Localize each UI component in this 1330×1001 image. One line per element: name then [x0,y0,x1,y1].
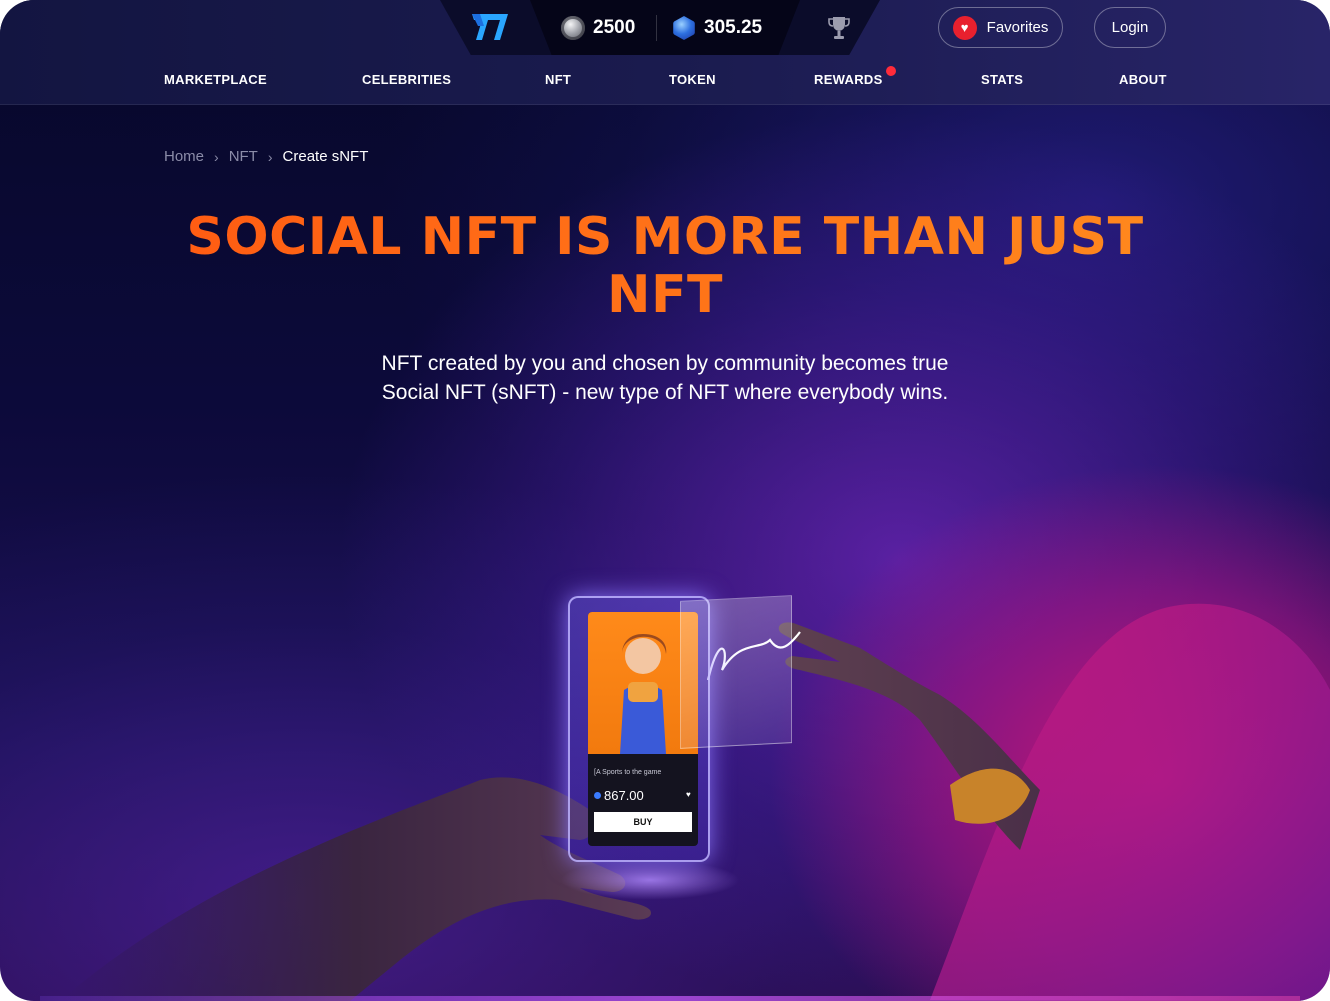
nft-card-caption: [A Sports to the game [594,769,662,776]
favorites-label: Favorites [986,19,1049,36]
left-hand-shape [60,777,651,1001]
nav-token[interactable]: TOKEN [669,72,716,87]
chevron-right-icon: › [214,148,219,165]
breadcrumb: Home › NFT › Create sNFT [164,148,368,165]
breadcrumb-nft[interactable]: NFT [229,148,258,165]
trophy-icon[interactable] [828,15,850,41]
buy-button: BUY [594,812,692,832]
balance-divider [656,15,657,41]
chevron-right-icon: › [267,148,273,165]
nav-nft[interactable]: NFT [545,72,571,87]
rewards-notification-dot [886,66,896,76]
page-title: SOCIAL NFT IS MORE THAN JUST NFT [130,208,1200,324]
gem-balance-value: 305.25 [704,17,763,38]
nav-marketplace[interactable]: MARKETPLACE [164,72,267,87]
nav-celebrities[interactable]: CELEBRITIES [362,72,451,87]
signature-glass-card [680,595,792,749]
brand-logo-icon[interactable] [470,12,510,42]
breadcrumb-current: Create sNFT [282,148,369,165]
gem-icon [594,792,601,799]
gem-icon [673,16,695,40]
silver-balance[interactable]: 2500 [561,14,635,42]
silver-balance-value: 2500 [593,17,636,38]
breadcrumb-home[interactable]: Home [164,148,204,165]
nav-stats[interactable]: STATS [981,72,1023,87]
header: 2500 305.25 ♥ Favorites Login MARKETPLAC… [0,0,1330,105]
silver-coin-icon [561,16,585,40]
heart-icon: ♥ [686,790,691,799]
login-label: Login [1111,19,1149,36]
hero-subtitle: NFT created by you and chosen by communi… [330,349,1000,407]
page-frame: 2500 305.25 ♥ Favorites Login MARKETPLAC… [0,0,1330,1001]
bottom-glow-strip [40,996,1300,1001]
nav-about[interactable]: ABOUT [1119,72,1167,87]
phone-glow [560,860,740,900]
nft-card-price: 867.00 [604,788,644,803]
gem-balance[interactable]: 305.25 [672,14,762,42]
hero-subtitle-line-2: Social NFT (sNFT) - new type of NFT wher… [381,381,949,404]
heart-icon: ♥ [952,15,977,40]
login-button[interactable]: Login [1094,7,1166,48]
nav-rewards[interactable]: REWARDS [814,72,883,87]
favorites-button[interactable]: ♥ Favorites [938,7,1063,48]
hero-subtitle-line-1: NFT created by you and chosen by communi… [381,352,949,375]
